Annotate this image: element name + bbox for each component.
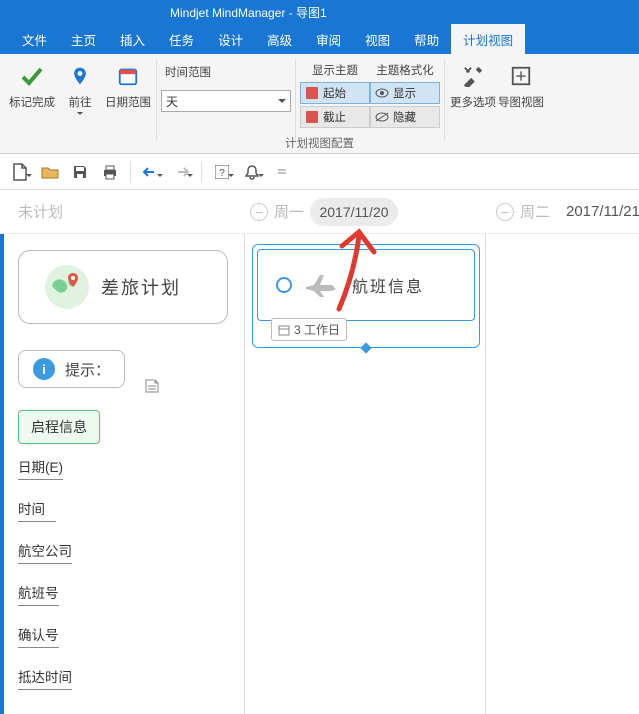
save-button[interactable] [66,158,94,186]
topic-format-group: 主题格式化 显示 隐藏 [370,60,440,128]
more-options-button[interactable]: 更多选项 [449,60,497,110]
ribbon-footer-label: 计划视图配置 [0,135,639,151]
eye-icon [375,86,389,100]
calendar-end-icon [305,110,319,124]
eye-off-icon [375,110,389,124]
mark-complete-button[interactable]: 标记完成 [8,60,56,110]
mindmap-view-button[interactable]: 导图视图 [497,60,545,110]
calendar-header: 未计划 − 周一 2017/11/20 − 周二 2017/11/21 [0,190,639,234]
undo-button[interactable] [137,158,165,186]
canvas[interactable]: 差旅计划 航班信息 3 工作日 i 提示： 启程信息 日期(E) 时间 航空公司… [0,234,639,714]
field-time[interactable]: 时间 [18,498,56,522]
start-button[interactable]: 起始 [300,82,370,104]
calendar-icon [116,64,140,88]
separator [156,60,157,140]
hint-card[interactable]: i 提示： [18,350,125,388]
help-dropdown-button[interactable]: ? [208,158,236,186]
bell-button[interactable] [238,158,266,186]
flight-info-inner: 航班信息 [257,249,475,321]
show-button[interactable]: 显示 [370,82,440,104]
menu-advanced[interactable]: 高级 [255,24,304,55]
day2-name: 周二 [520,201,550,222]
calendar-small-icon [278,324,290,336]
note-icon[interactable] [144,378,160,394]
field-arrival-time[interactable]: 抵达时间 [18,666,72,690]
flight-info-card[interactable]: 航班信息 3 工作日 [252,244,480,348]
new-file-button[interactable] [6,158,34,186]
menu-file[interactable]: 文件 [10,24,59,55]
field-list: 日期(E) 时间 航空公司 航班号 确认号 抵达时间 [18,456,72,690]
separator [444,60,445,140]
date-pill[interactable]: 2017/11/20 [310,198,398,226]
menu-view[interactable]: 视图 [353,24,402,55]
menu-home[interactable]: 主页 [59,24,108,55]
print-button[interactable] [96,158,124,186]
collapse-day1-button[interactable]: − [250,203,268,221]
hide-button[interactable]: 隐藏 [370,106,440,128]
field-airline[interactable]: 航空公司 [18,540,72,564]
svg-text:?: ? [219,168,225,179]
column-divider [485,234,486,714]
mindmap-icon [509,64,533,88]
globe-pin-icon [45,265,89,309]
show-topic-group: 显示主题 起始 截止 [300,60,370,128]
quick-toolbar: ? [0,154,639,190]
date-range-button[interactable]: 日期范围 [104,60,152,110]
topic-format-label: 主题格式化 [370,62,440,78]
expand-handle-icon[interactable] [360,342,371,353]
flight-info-title: 航班信息 [352,273,424,297]
circle-icon [276,277,292,293]
deadline-button[interactable]: 截止 [300,106,370,128]
day2-date: 2017/11/21 [566,203,639,220]
travel-plan-title: 差旅计划 [101,274,181,300]
separator [201,162,202,182]
open-file-button[interactable] [36,158,64,186]
show-topic-label: 显示主题 [300,62,370,78]
time-range-group: 时间范围 天 [161,60,291,112]
field-date[interactable]: 日期(E) [18,456,63,480]
wrench-icon [461,64,485,88]
airplane-icon [304,273,340,297]
overflow-button[interactable] [268,158,296,186]
column-divider [244,234,245,714]
field-confirm-no[interactable]: 确认号 [18,624,59,648]
unplanned-label: 未计划 [18,201,63,222]
check-icon [20,64,44,88]
chevron-down-icon [77,112,83,118]
menu-task[interactable]: 任务 [157,24,206,55]
redo-button[interactable] [167,158,195,186]
menu-review[interactable]: 审阅 [304,24,353,55]
travel-plan-card[interactable]: 差旅计划 [18,250,228,324]
pin-icon [68,64,92,88]
departure-info-button[interactable]: 启程信息 [18,410,100,444]
info-icon: i [33,358,55,380]
menu-insert[interactable]: 插入 [108,24,157,55]
title-bar: Mindjet MindManager - 导图1 [0,0,639,24]
ribbon: 标记完成 前往 日期范围 时间范围 天 显示主题 起始 截止 主题格式化 显示 [0,54,639,154]
time-range-label: 时间范围 [161,64,291,80]
separator [295,60,296,140]
field-flight-no[interactable]: 航班号 [18,582,59,606]
time-range-dropdown[interactable]: 天 [161,90,291,112]
work-days-badge[interactable]: 3 工作日 [271,318,347,341]
calendar-start-icon [305,86,319,100]
day1-name: 周一 [274,201,304,222]
collapse-day2-button[interactable]: − [496,203,514,221]
menu-help[interactable]: 帮助 [402,24,451,55]
menu-design[interactable]: 设计 [206,24,255,55]
separator [130,162,131,182]
menu-bar: 文件 主页 插入 任务 设计 高级 审阅 视图 帮助 计划视图 [0,24,639,54]
menu-plan-view[interactable]: 计划视图 [451,24,525,55]
hint-text: 提示： [65,359,110,380]
goto-button[interactable]: 前往 [56,60,104,118]
app-title: Mindjet MindManager - 导图1 [170,4,327,21]
